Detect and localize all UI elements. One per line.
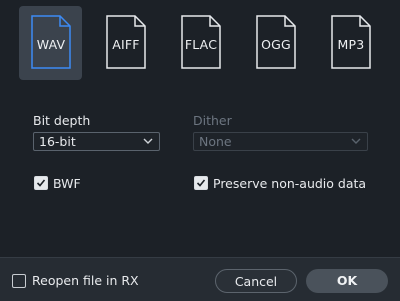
bit-depth-select[interactable]: 16-bit (33, 132, 160, 151)
format-label: MP3 (337, 37, 365, 52)
format-wav[interactable]: WAV (19, 6, 82, 80)
chevron-down-icon (143, 138, 153, 144)
preserve-checkbox[interactable] (194, 176, 208, 190)
reopen-checkbox[interactable] (12, 274, 26, 288)
format-label: FLAC (184, 37, 218, 52)
bwf-label: BWF (53, 176, 81, 191)
format-aiff[interactable]: AIFF (94, 6, 157, 80)
ok-button[interactable]: OK (306, 269, 388, 293)
format-label: AIFF (112, 37, 140, 52)
checkmark-icon (196, 179, 206, 187)
dither-label: Dither (193, 113, 232, 128)
dither-select[interactable]: None (193, 132, 368, 151)
format-ogg[interactable]: OGG (244, 6, 307, 80)
format-label: OGG (261, 37, 291, 52)
format-label: WAV (36, 37, 66, 52)
bit-depth-label: Bit depth (33, 113, 91, 128)
reopen-label: Reopen file in RX (32, 273, 139, 288)
preserve-label: Preserve non-audio data (213, 176, 367, 191)
dither-value: None (199, 134, 232, 149)
checkmark-icon (36, 179, 46, 187)
format-selector: WAV AIFF FLAC OGG MP3 (19, 6, 389, 80)
format-flac[interactable]: FLAC (169, 6, 232, 80)
bit-depth-value: 16-bit (39, 134, 76, 149)
cancel-button[interactable]: Cancel (215, 269, 297, 293)
bwf-checkbox[interactable] (34, 176, 48, 190)
chevron-down-icon (351, 138, 361, 144)
format-mp3[interactable]: MP3 (319, 6, 382, 80)
dialog-footer: Reopen file in RX Cancel OK (0, 257, 400, 301)
